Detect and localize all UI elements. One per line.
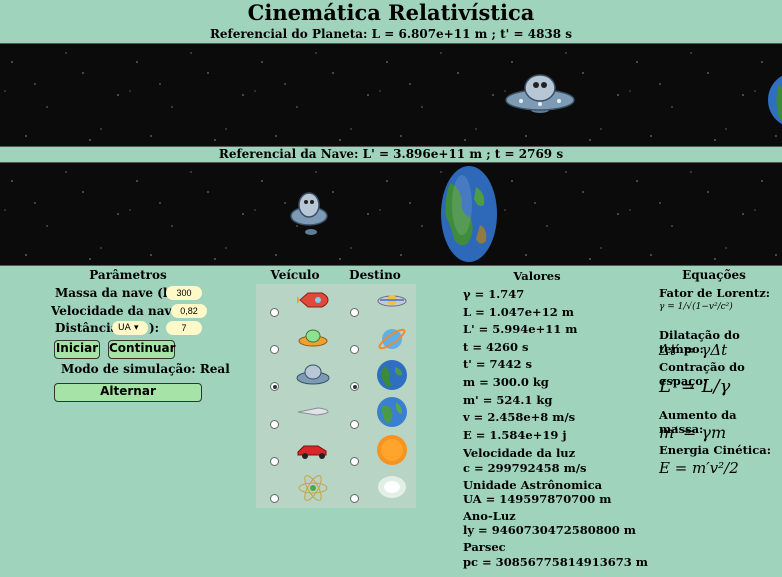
page-title: Cinemática Relativística	[247, 0, 535, 25]
flying-saucer-icon	[505, 74, 575, 113]
selection-grid	[256, 284, 416, 508]
mass-value: m = 300.0 kg	[463, 374, 549, 389]
velocity-value: v = 2.458e+8 m/s	[463, 410, 576, 425]
time-value: t = 4260 s	[463, 339, 529, 354]
simulation-mode-text: Modo de simulação: Real	[61, 362, 230, 376]
earth-icon	[768, 75, 782, 125]
mass-input[interactable]	[166, 286, 202, 300]
ufo-icon	[298, 329, 328, 347]
race-car-icon	[297, 445, 327, 459]
dilated-time-value: t' = 7442 s	[463, 357, 532, 372]
lorentz-title: Fator de Lorentz:	[659, 286, 770, 300]
equations-heading: Equações	[682, 268, 746, 282]
energy-value: E = 1.584e+19 j	[463, 427, 567, 442]
planet-frame-readout: Referencial do Planeta: L = 6.807e+11 m …	[209, 27, 573, 41]
equations-panel: Equações Fator de Lorentz: γ = 1/√(1−v²/…	[659, 266, 782, 577]
destination-heading: Destino	[349, 268, 401, 282]
rocket-icon	[297, 292, 329, 308]
lightyear-value: ly = 9460730472580800 m	[463, 523, 636, 538]
start-button[interactable]: Iniciar	[54, 340, 100, 359]
relativistic-mass-value: m' = 524.1 kg	[463, 392, 553, 407]
values-list: γ = 1.747 L = 1.047e+12 m L' = 5.994e+11…	[463, 286, 648, 571]
earth-icon	[441, 166, 497, 262]
planet-icon	[378, 328, 406, 350]
destination-radio-space-station[interactable]	[350, 308, 359, 317]
vehicle-heading: Veículo	[270, 268, 320, 282]
ship-frame-readout: Referencial da Nave: L' = 3.896e+11 m ; …	[218, 147, 564, 161]
toggle-mode-button[interactable]: Alternar	[54, 383, 202, 402]
flying-saucer-icon	[290, 192, 328, 235]
flying-saucer-icon	[296, 364, 330, 385]
atom-icon	[298, 475, 328, 501]
vehicle-radio-ufo[interactable]	[270, 345, 279, 354]
kinetic-energy-formula: E = m′v²/2	[659, 459, 739, 477]
nebula-icon	[378, 476, 406, 498]
destination-radio-planet[interactable]	[350, 345, 359, 354]
space-station-icon	[377, 295, 407, 307]
sun-icon	[377, 435, 407, 465]
values-heading: Valores	[513, 269, 561, 283]
destination-radio-sun[interactable]	[350, 457, 359, 466]
light-speed-value: c = 299792458 m/s	[463, 460, 587, 475]
distance-unit-select[interactable]: UA ▾	[112, 321, 148, 335]
continue-button[interactable]: Continuar	[108, 340, 176, 359]
kinetic-energy-title: Energia Cinética:	[659, 443, 771, 457]
destination-radio-nebula[interactable]	[350, 494, 359, 503]
mass-increase-formula: m′ = γm	[659, 423, 727, 442]
ship-frame-view	[0, 162, 782, 266]
parameters-panel: Parâmetros Massa da nave (kg): Velocidad…	[0, 266, 256, 577]
distance-input[interactable]	[166, 321, 202, 335]
time-dilation-formula: Δt′ = γΔt	[659, 341, 728, 359]
planet-frame-view	[0, 43, 782, 147]
vehicle-radio-atom[interactable]	[270, 494, 279, 503]
au-value: UA = 149597870700 m	[463, 492, 612, 507]
vehicle-radio-spaceplane[interactable]	[270, 420, 279, 429]
space-contraction-formula: L′ = L/γ	[659, 376, 731, 397]
destination-radio-earth[interactable]	[350, 382, 359, 391]
contracted-length-value: L' = 5.994e+11 m	[463, 322, 578, 337]
length-value: L = 1.047e+12 m	[463, 304, 574, 319]
speed-input[interactable]	[171, 304, 207, 318]
spaceplane-icon	[297, 407, 329, 416]
lorentz-formula: γ = 1/√(1−v²/c²)	[659, 302, 733, 312]
earth-globe-icon	[377, 397, 407, 427]
parameters-heading: Parâmetros	[89, 268, 167, 282]
destination-radio-earth-globe[interactable]	[350, 420, 359, 429]
earth-icon	[377, 360, 407, 390]
vehicle-radio-rocket[interactable]	[270, 308, 279, 317]
gamma-value: γ = 1.747	[463, 287, 525, 301]
vehicle-radio-flying-saucer[interactable]	[270, 382, 279, 391]
vehicle-radio-race-car[interactable]	[270, 457, 279, 466]
chevron-down-icon: ▾	[134, 323, 139, 333]
parsec-value: pc = 30856775814913673 m	[463, 554, 648, 569]
distance-unit-value: UA	[118, 323, 131, 333]
distance-label-suffix: ):	[149, 321, 160, 335]
